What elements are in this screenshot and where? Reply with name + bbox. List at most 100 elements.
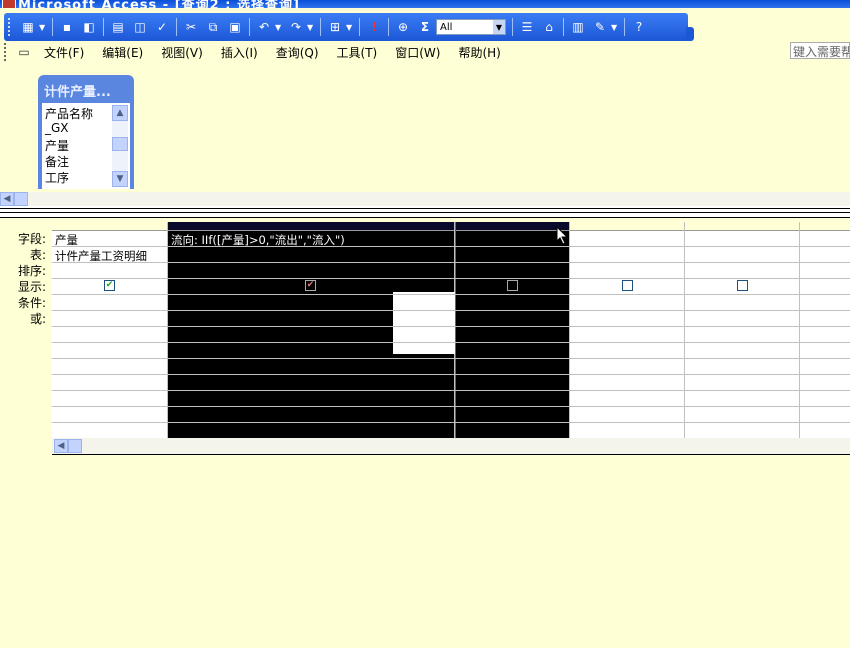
spelling-icon[interactable]: ✓ (152, 17, 172, 37)
new-object-icon[interactable]: ✎ (590, 17, 610, 37)
pane-splitter[interactable] (0, 206, 850, 218)
show-checkbox[interactable]: ✔ (104, 280, 115, 291)
save-icon[interactable]: ▪ (57, 17, 77, 37)
access-app-icon (2, 0, 16, 8)
grid-row-line (52, 310, 850, 311)
paste-icon[interactable]: ▣ (225, 17, 245, 37)
query-design-toolbar: ▦ ▼ ▪ ◧ ▤ ◫ ✓ ✂ ⧉ ▣ ↶ ▼ ↷ ▼ ⊞ ▼ ! ⊕ Σ Al… (4, 13, 694, 41)
undo-dropdown-icon[interactable]: ▼ (275, 23, 283, 32)
row-label-field: 字段: (17, 232, 46, 246)
menu-query[interactable]: 查询(Q) (267, 44, 328, 61)
undo-icon[interactable]: ↶ (254, 17, 274, 37)
toolbar-separator (512, 18, 513, 36)
field-list-item[interactable]: 工序 (45, 169, 69, 186)
copy-icon[interactable]: ⧉ (203, 17, 223, 37)
row-label-table: 表: (29, 248, 46, 262)
field-list-window[interactable]: 计件产量... 产品名称 _GX 产量 备注 工序 ▲ ▼ (38, 75, 134, 189)
field-list-item[interactable]: _GX (45, 121, 69, 135)
field-list-title[interactable]: 计件产量... (44, 81, 111, 100)
menu-grip[interactable] (4, 43, 9, 61)
grid-row-line (52, 294, 850, 295)
query-type-icon[interactable]: ⊞ (325, 17, 345, 37)
grid-row-line (52, 342, 850, 343)
grid-row-line (52, 278, 850, 279)
table-pane-scrollbar[interactable]: ◀ (0, 192, 850, 206)
column-selector[interactable] (52, 222, 167, 231)
grid-row-line (52, 326, 850, 327)
field-list-scrollbar[interactable]: ▲ ▼ (112, 105, 128, 187)
scroll-thumb[interactable] (112, 137, 128, 151)
totals-icon[interactable]: Σ (415, 17, 435, 37)
builder-icon[interactable]: ⌂ (539, 17, 559, 37)
mouse-cursor-icon (556, 226, 569, 245)
query-type-dropdown-icon[interactable]: ▼ (346, 23, 354, 32)
help-icon[interactable]: ? (629, 17, 649, 37)
cut-icon[interactable]: ✂ (181, 17, 201, 37)
menu-tools[interactable]: 工具(T) (328, 44, 387, 61)
scroll-left-icon[interactable]: ◀ (54, 439, 68, 453)
toolbar-separator (320, 18, 321, 36)
top-values-combo[interactable]: All ▼ (436, 19, 506, 35)
row-label-criteria: 条件: (17, 296, 46, 310)
show-checkbox[interactable] (622, 280, 633, 291)
grid-row-labels: 字段: 表: 排序: 显示: 条件: 或: (0, 230, 46, 330)
scroll-thumb[interactable] (68, 439, 82, 453)
toolbar-separator (563, 18, 564, 36)
show-checkbox[interactable]: ✔ (305, 280, 316, 291)
column-selector[interactable] (168, 222, 454, 231)
new-object-dropdown-icon[interactable]: ▼ (611, 23, 619, 32)
scroll-down-icon[interactable]: ▼ (112, 171, 128, 187)
print-preview-icon[interactable]: ◫ (130, 17, 150, 37)
toolbar-separator (359, 18, 360, 36)
toolbar-grip[interactable] (8, 18, 13, 36)
field-list-body: 产品名称 _GX 产量 备注 工序 ▲ ▼ (42, 103, 130, 189)
scroll-up-icon[interactable]: ▲ (112, 105, 128, 121)
column-selector[interactable] (570, 222, 684, 231)
column-selector[interactable] (456, 222, 569, 231)
view-icon[interactable]: ▦ (18, 17, 38, 37)
column-selector[interactable] (685, 222, 799, 231)
search-file-icon[interactable]: ◧ (79, 17, 99, 37)
redo-icon[interactable]: ↷ (286, 17, 306, 37)
splitter-line (0, 208, 850, 209)
grid-row-line (52, 390, 850, 391)
database-window-icon[interactable]: ▥ (568, 17, 588, 37)
grid-row-line (52, 358, 850, 359)
scroll-thumb[interactable] (14, 192, 28, 206)
toolbar-separator (388, 18, 389, 36)
splitter-line (0, 212, 850, 213)
row-label-show: 显示: (17, 280, 46, 294)
menu-file[interactable]: 文件(F) (35, 44, 93, 61)
field-list-item[interactable]: 产品名称 (45, 105, 93, 122)
field-list-item[interactable]: 产量 (45, 137, 69, 154)
grid-scrollbar[interactable]: ◀ (52, 438, 850, 455)
grid-row-line (52, 422, 850, 423)
menu-window[interactable]: 窗口(W) (386, 44, 449, 61)
title-bar: Microsoft Access - [查询2 : 选择查询] (0, 0, 850, 8)
run-icon[interactable]: ! (364, 17, 384, 37)
show-checkbox[interactable] (737, 280, 748, 291)
redo-dropdown-icon[interactable]: ▼ (307, 23, 315, 32)
menu-bar: ▭ 文件(F) 编辑(E) 视图(V) 插入(I) 查询(Q) 工具(T) 窗口… (0, 42, 850, 62)
view-dropdown-icon[interactable]: ▼ (39, 23, 47, 32)
column-selector[interactable] (800, 222, 850, 231)
document-icon[interactable]: ▭ (14, 42, 34, 62)
grid-row-line (52, 246, 850, 247)
menu-edit[interactable]: 编辑(E) (93, 44, 152, 61)
redraw-artifact (393, 292, 455, 354)
field-list-item[interactable]: 备注 (45, 153, 69, 170)
chevron-down-icon[interactable]: ▼ (493, 20, 505, 34)
grid-row-line (52, 406, 850, 407)
print-icon[interactable]: ▤ (108, 17, 128, 37)
menu-help[interactable]: 帮助(H) (449, 44, 509, 61)
properties-icon[interactable]: ☰ (517, 17, 537, 37)
menu-insert[interactable]: 插入(I) (212, 44, 267, 61)
row-label-or: 或: (29, 312, 46, 326)
scroll-left-icon[interactable]: ◀ (0, 192, 14, 206)
query-design-grid[interactable]: 产量 计件产量工资明细 ✔ 流向: IIf([产量]>0,"流出","流入") … (52, 222, 850, 438)
menu-view[interactable]: 视图(V) (152, 44, 212, 61)
help-search-input[interactable]: 键入需要帮 (790, 42, 850, 59)
show-table-icon[interactable]: ⊕ (393, 17, 413, 37)
toolbar-options-icon[interactable] (686, 27, 694, 41)
show-checkbox[interactable] (507, 280, 518, 291)
